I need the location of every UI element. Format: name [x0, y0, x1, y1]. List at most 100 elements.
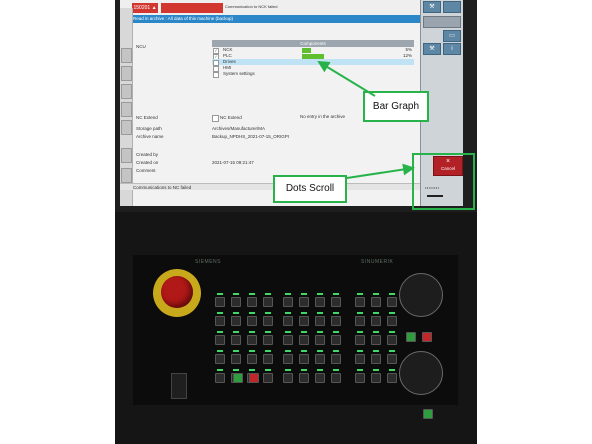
panel-key[interactable] — [215, 354, 225, 364]
panel-key[interactable] — [315, 354, 325, 364]
panel-key[interactable] — [215, 335, 225, 345]
panel-colored-key[interactable] — [423, 409, 433, 419]
panel-key[interactable] — [355, 335, 365, 345]
panel-colored-key[interactable] — [233, 373, 243, 383]
key-led — [357, 312, 363, 314]
panel-key[interactable] — [331, 316, 341, 326]
feed-override-knob[interactable] — [399, 273, 443, 317]
key-led — [249, 369, 255, 371]
panel-key[interactable] — [355, 297, 365, 307]
panel-colored-key[interactable] — [422, 332, 432, 342]
key-led — [233, 331, 239, 333]
key-led — [249, 331, 255, 333]
panel-key[interactable] — [355, 373, 365, 383]
key-switch[interactable] — [171, 373, 187, 399]
panel-key[interactable] — [299, 335, 309, 345]
key-led — [317, 350, 323, 352]
panel-key[interactable] — [371, 354, 381, 364]
panel-key[interactable] — [215, 297, 225, 307]
panel-key[interactable] — [283, 316, 293, 326]
key-led — [317, 331, 323, 333]
key-led — [373, 331, 379, 333]
panel-key[interactable] — [283, 373, 293, 383]
key-led — [217, 331, 223, 333]
key-led — [217, 369, 223, 371]
panel-colored-key[interactable] — [406, 332, 416, 342]
panel-key[interactable] — [355, 354, 365, 364]
key-led — [333, 312, 339, 314]
key-led — [357, 369, 363, 371]
key-led — [301, 312, 307, 314]
key-led — [285, 331, 291, 333]
panel-key[interactable] — [247, 335, 257, 345]
panel-key[interactable] — [299, 354, 309, 364]
panel-key[interactable] — [231, 316, 241, 326]
panel-key[interactable] — [263, 354, 273, 364]
panel-key[interactable] — [283, 354, 293, 364]
key-led — [217, 293, 223, 295]
key-led — [233, 369, 239, 371]
key-led — [301, 293, 307, 295]
panel-key[interactable] — [231, 354, 241, 364]
panel-key[interactable] — [387, 373, 397, 383]
panel-key[interactable] — [215, 316, 225, 326]
panel-key[interactable] — [263, 335, 273, 345]
panel-key[interactable] — [283, 297, 293, 307]
panel-key[interactable] — [299, 297, 309, 307]
panel-key[interactable] — [247, 316, 257, 326]
key-led — [389, 293, 395, 295]
brand-siemens: SIEMENS — [195, 259, 222, 265]
panel-key[interactable] — [371, 335, 381, 345]
panel-key[interactable] — [371, 316, 381, 326]
panel-key[interactable] — [315, 335, 325, 345]
key-led — [265, 350, 271, 352]
panel-key[interactable] — [299, 373, 309, 383]
panel-key[interactable] — [315, 373, 325, 383]
panel-key[interactable] — [215, 373, 225, 383]
key-led — [333, 369, 339, 371]
key-led — [333, 293, 339, 295]
panel-key[interactable] — [315, 316, 325, 326]
panel-key[interactable] — [247, 297, 257, 307]
panel-key[interactable] — [355, 316, 365, 326]
panel-key[interactable] — [299, 316, 309, 326]
key-led — [373, 350, 379, 352]
panel-key[interactable] — [263, 316, 273, 326]
spindle-override-knob[interactable] — [399, 351, 443, 395]
panel-key[interactable] — [371, 297, 381, 307]
brand-sinumerik: SINUMERIK — [361, 259, 394, 265]
panel-key[interactable] — [231, 297, 241, 307]
key-led — [301, 369, 307, 371]
panel-key[interactable] — [263, 373, 273, 383]
key-led — [301, 350, 307, 352]
panel-key[interactable] — [331, 373, 341, 383]
panel-key[interactable] — [387, 316, 397, 326]
key-led — [373, 293, 379, 295]
key-led — [389, 312, 395, 314]
key-led — [373, 312, 379, 314]
key-led — [301, 331, 307, 333]
panel-key[interactable] — [331, 354, 341, 364]
key-led — [285, 369, 291, 371]
panel-key[interactable] — [331, 297, 341, 307]
key-led — [317, 312, 323, 314]
dots-scroll-arrow — [346, 163, 415, 179]
panel-key[interactable] — [387, 335, 397, 345]
panel-key[interactable] — [387, 354, 397, 364]
key-led — [389, 331, 395, 333]
panel-key[interactable] — [247, 354, 257, 364]
panel-key[interactable] — [371, 373, 381, 383]
key-led — [285, 350, 291, 352]
panel-colored-key[interactable] — [249, 373, 259, 383]
panel-key[interactable] — [315, 297, 325, 307]
panel-key[interactable] — [387, 297, 397, 307]
key-led — [317, 293, 323, 295]
emergency-stop-button[interactable] — [161, 276, 193, 308]
panel-key[interactable] — [283, 335, 293, 345]
panel-key[interactable] — [231, 335, 241, 345]
key-led — [389, 369, 395, 371]
annotation-arrows — [317, 60, 415, 179]
key-led — [233, 350, 239, 352]
panel-key[interactable] — [331, 335, 341, 345]
panel-key[interactable] — [263, 297, 273, 307]
